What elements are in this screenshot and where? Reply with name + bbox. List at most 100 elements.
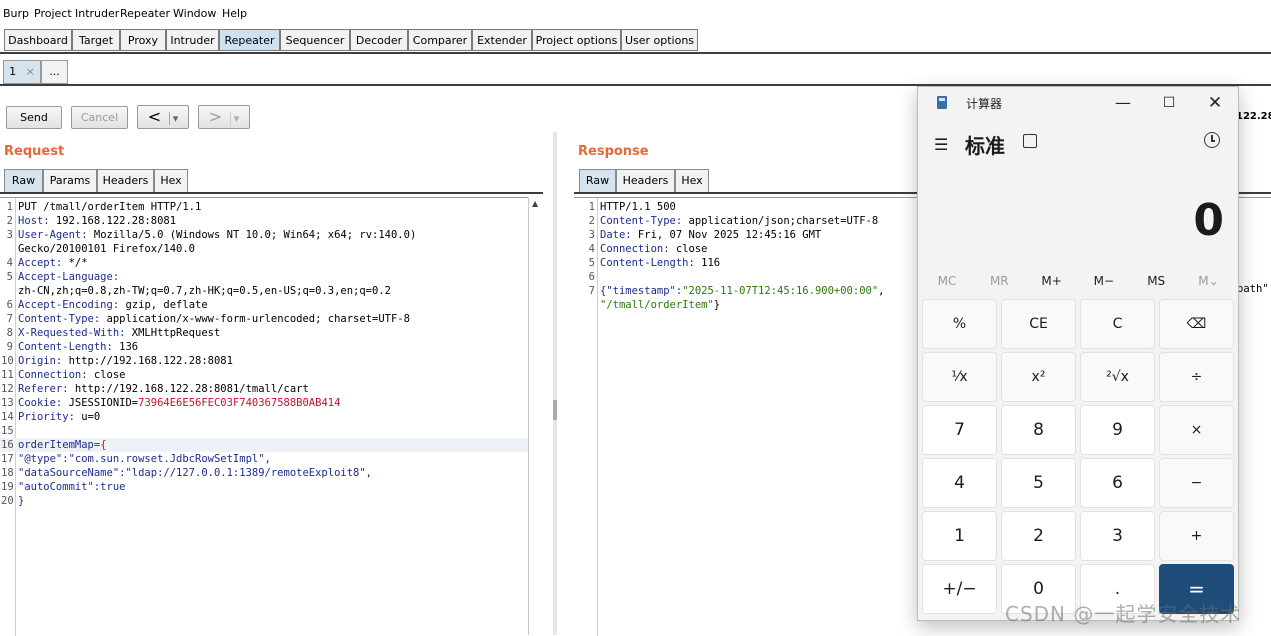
tab-decoder[interactable]: Decoder (350, 29, 408, 51)
calc-key-0-0[interactable]: % (922, 299, 997, 349)
tab-intruder[interactable]: Intruder (166, 29, 219, 51)
line-text: Date: Fri, 07 Nov 2025 12:45:16 GMT (600, 228, 821, 242)
response-tab-raw[interactable]: Raw (579, 169, 616, 193)
calc-key-0-3[interactable]: ⌫ (1159, 299, 1234, 349)
close-tab-icon[interactable]: × (26, 65, 35, 78)
line-number: 2 (6, 215, 13, 227)
body-text: "dataSourceName":"ldap://127.0.0.1:1389/… (18, 467, 373, 479)
line-number: 7 (588, 285, 595, 297)
calc-key-1-0[interactable]: ¹⁄x (922, 352, 997, 402)
back-button[interactable]: < ▾ (137, 105, 189, 129)
calc-key-2-0[interactable]: 7 (922, 405, 997, 455)
calc-key-0-2[interactable]: C (1080, 299, 1155, 349)
request-line: 10 Origin: http://192.168.122.28:8081 (0, 354, 528, 368)
request-line: 7 Content-Type: application/x-www-form-ur… (0, 312, 528, 326)
close-icon[interactable]: ✕ (1192, 87, 1238, 119)
calc-key-1-1[interactable]: x² (1001, 352, 1076, 402)
menu-item-burp[interactable]: Burp (3, 7, 29, 20)
keep-on-top-icon[interactable] (1023, 134, 1037, 148)
calc-key-1-2[interactable]: ²√x (1080, 352, 1155, 402)
tab-sequencer[interactable]: Sequencer (280, 29, 350, 51)
request-tab-hex[interactable]: Hex (154, 169, 188, 193)
splitter-grip-icon (553, 400, 557, 420)
header-name: Host: (18, 215, 50, 227)
request-tab-params[interactable]: Params (43, 169, 97, 193)
header-name: Origin: (18, 355, 63, 367)
line-text: {"timestamp":"2025-11-07T12:45:16.900+00… (600, 284, 884, 298)
response-title: Response (578, 144, 649, 159)
tab-proxy[interactable]: Proxy (120, 29, 166, 51)
calc-key-4-0[interactable]: 1 (922, 511, 997, 561)
line-number: 20 (1, 495, 14, 507)
line-text: HTTP/1.1 500 (600, 200, 676, 214)
calc-key-1-3[interactable]: ÷ (1159, 352, 1234, 402)
memory-button-0[interactable]: MC (921, 274, 973, 288)
header-value: http://192.168.122.28:8081 (62, 355, 233, 367)
line-text: User-Agent: Mozilla/5.0 (Windows NT 10.0… (18, 228, 416, 242)
memory-button-2[interactable]: M+ (1026, 274, 1078, 288)
line-tail: , (878, 285, 885, 297)
line-number: 3 (6, 229, 13, 241)
menu-item-help[interactable]: Help (222, 7, 247, 20)
body-text: } (18, 495, 25, 507)
tab-bar-divider (0, 52, 1271, 54)
new-tab-button[interactable]: ... (41, 60, 68, 84)
menu-bar: Burp Project Intruder Repeater Window Help (0, 0, 1271, 28)
body-text: "autoCommit":true (18, 481, 126, 493)
scroll-up-icon[interactable]: ▲ (532, 199, 538, 208)
request-line: 3 User-Agent: Mozilla/5.0 (Windows NT 10.… (0, 228, 528, 242)
calc-key-3-2[interactable]: 6 (1080, 458, 1155, 508)
header-name: Referer: (18, 383, 69, 395)
minimize-icon[interactable]: — (1100, 87, 1146, 119)
header-name: Content-Length: (600, 257, 695, 269)
tab-target[interactable]: Target (72, 29, 120, 51)
memory-button-3[interactable]: M− (1078, 274, 1130, 288)
request-editor[interactable]: 1 PUT /tmall/orderItem HTTP/1.1 2 Host: 192… (0, 197, 528, 636)
history-icon[interactable] (1204, 132, 1220, 148)
forward-button[interactable]: > ▾ (198, 105, 250, 129)
calc-key-0-1[interactable]: CE (1001, 299, 1076, 349)
hamburger-menu-icon[interactable]: ☰ (934, 135, 948, 154)
calc-key-2-1[interactable]: 8 (1001, 405, 1076, 455)
request-line: 19 "autoCommit":true (0, 480, 528, 494)
menu-item-repeater[interactable]: Repeater (120, 7, 170, 20)
calc-key-3-1[interactable]: 5 (1001, 458, 1076, 508)
calc-key-2-3[interactable]: × (1159, 405, 1234, 455)
repeater-tab-1[interactable]: 1 × (3, 60, 41, 84)
request-tab-headers[interactable]: Headers (97, 169, 154, 193)
tab-project-options[interactable]: Project options (532, 29, 621, 51)
menu-item-window[interactable]: Window (173, 7, 216, 20)
chevron-left-icon: < (147, 107, 162, 126)
request-tab-raw[interactable]: Raw (4, 169, 43, 193)
tab-dashboard[interactable]: Dashboard (4, 29, 72, 51)
response-tab-headers[interactable]: Headers (616, 169, 675, 193)
panel-splitter[interactable] (553, 132, 557, 635)
tab-user-options[interactable]: User options (621, 29, 698, 51)
header-value: 116 (694, 257, 721, 269)
calc-key-5-0[interactable]: +/− (922, 564, 997, 614)
header-value: u=0 (74, 411, 101, 423)
cancel-button[interactable]: Cancel (71, 106, 128, 129)
memory-button-4[interactable]: MS (1130, 274, 1182, 288)
header-value: application/x-www-form-urlencoded; chars… (100, 313, 410, 325)
menu-item-project[interactable]: Project (34, 7, 72, 20)
calc-key-3-0[interactable]: 4 (922, 458, 997, 508)
tab-comparer[interactable]: Comparer (408, 29, 472, 51)
send-button[interactable]: Send (6, 106, 62, 129)
request-scrollbar[interactable]: ▲ (528, 197, 543, 635)
calc-key-3-3[interactable]: − (1159, 458, 1234, 508)
line-content: zh-CN,zh;q=0.8,zh-TW;q=0.7,zh-HK;q=0.5,e… (18, 285, 391, 297)
maximize-icon[interactable]: ☐ (1146, 87, 1192, 119)
tab-repeater[interactable]: Repeater (219, 29, 280, 51)
tab-extender[interactable]: Extender (472, 29, 532, 51)
request-line: Gecko/20100101 Firefox/140.0 (0, 242, 528, 256)
calc-key-4-2[interactable]: 3 (1080, 511, 1155, 561)
calc-key-4-3[interactable]: + (1159, 511, 1234, 561)
response-tab-hex[interactable]: Hex (675, 169, 709, 193)
line-text: Origin: http://192.168.122.28:8081 (18, 354, 233, 368)
menu-item-intruder[interactable]: Intruder (75, 7, 119, 20)
memory-button-1[interactable]: MR (973, 274, 1025, 288)
calc-key-2-2[interactable]: 9 (1080, 405, 1155, 455)
memory-button-5[interactable]: M⌄ (1183, 274, 1235, 288)
calc-key-4-1[interactable]: 2 (1001, 511, 1076, 561)
